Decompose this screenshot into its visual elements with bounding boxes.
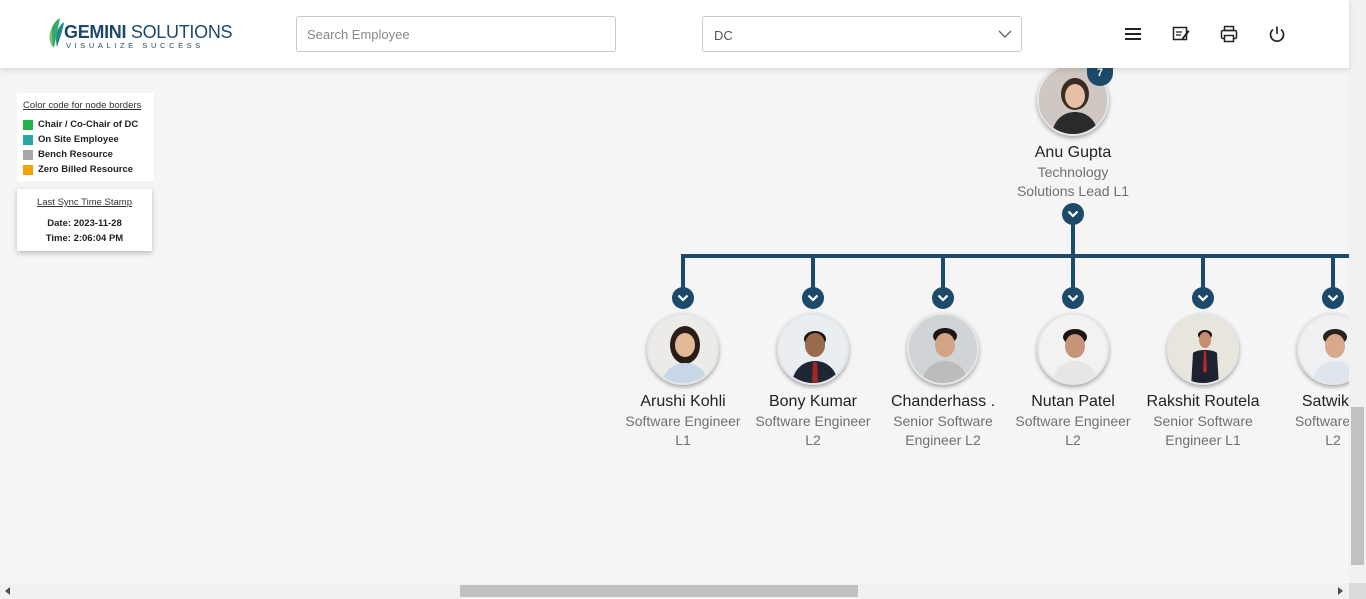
dc-select[interactable]: DC [702,16,1022,52]
chevron-down-icon [998,30,1012,38]
chevron-down-icon [1197,294,1209,302]
node-role: Senior Software [1153,413,1253,429]
node-name: Chanderhass . [890,393,996,410]
chevron-down-icon [1067,210,1079,218]
node-name: Nutan Patel [1031,393,1115,410]
chevron-down-icon [677,294,689,302]
node-role: Engineer L1 [1165,432,1241,448]
node-name: Rakshit Routela [1146,393,1260,410]
avatar[interactable] [647,313,719,385]
horizontal-scrollbar[interactable] [0,583,1349,599]
expand-toggle-root[interactable] [1062,203,1084,225]
org-node-child[interactable]: Bony Kumar Software Engineer L2 [748,313,878,449]
org-node-child[interactable]: Chanderhass . Senior Software Engineer L… [878,313,1008,449]
node-role: L1 [675,432,691,448]
person-avatar-icon [1169,315,1237,383]
avatar[interactable] [777,313,849,385]
chevron-down-icon [1067,294,1079,302]
node-name: Arushi Kohli [640,393,726,410]
expand-toggle[interactable] [802,287,824,309]
node-role: Technology [1037,164,1109,180]
vertical-scroll-thumb[interactable] [1351,407,1364,565]
logout-button[interactable] [1266,23,1288,45]
node-role: Software Engineer [755,413,871,429]
expand-toggle[interactable] [932,287,954,309]
node-role: Software Engineer [1015,413,1131,429]
node-name: Bony Kumar [768,393,858,410]
org-node-child[interactable]: Nutan Patel Software Engineer L2 [1008,313,1138,449]
org-node-child[interactable]: Rakshit Routela Senior Software Engineer… [1138,313,1268,449]
logo-wordmark: GEMINI SOLUTIONS [64,22,233,42]
person-avatar-icon [909,315,977,383]
node-role: Solutions Lead L1 [1016,183,1130,199]
search-employee-input[interactable] [296,16,616,52]
expand-toggle[interactable] [1062,287,1084,309]
edit-note-icon [1172,26,1190,41]
chevron-down-icon [1327,294,1339,302]
person-avatar-icon [779,315,847,383]
avatar[interactable] [1167,313,1239,385]
expand-toggle[interactable] [1192,287,1214,309]
node-role: L2 [805,432,821,448]
person-avatar-icon [1039,315,1107,383]
node-role: Software Engineer [625,413,741,429]
scroll-left-arrow-icon[interactable] [5,587,10,595]
menu-button[interactable] [1122,23,1144,45]
avatar[interactable] [1037,313,1109,385]
printer-icon [1220,25,1238,43]
chevron-down-icon [937,294,949,302]
person-avatar-icon [649,315,717,383]
node-role: Engineer L2 [905,432,981,448]
org-node-child[interactable]: Arushi Kohli Software Engineer L1 [618,313,748,449]
feedback-button[interactable] [1170,23,1192,45]
vertical-scrollbar[interactable] [1349,0,1366,583]
scrollbar-corner [1349,583,1366,599]
node-role: Senior Software [893,413,993,429]
gemini-solutions-logo[interactable]: GEMINI SOLUTIONS VISUALIZE SUCCESS [46,16,233,52]
expand-toggle[interactable] [672,287,694,309]
expand-toggle[interactable] [1322,287,1344,309]
logo-tagline: VISUALIZE SUCCESS [66,41,204,50]
hamburger-menu-icon [1125,28,1141,40]
chevron-down-icon [807,294,819,302]
horizontal-scroll-thumb[interactable] [460,585,858,597]
org-node-root[interactable]: Anu Gupta Technology Solutions Lead L1 [1008,64,1138,200]
print-button[interactable] [1218,23,1240,45]
power-icon [1269,26,1285,42]
scroll-right-arrow-icon[interactable] [1338,587,1343,595]
node-name: Anu Gupta [1034,144,1112,161]
avatar[interactable] [907,313,979,385]
node-role: L2 [1065,432,1081,448]
top-header: GEMINI SOLUTIONS VISUALIZE SUCCESS DC [0,0,1349,68]
dc-select-value: DC [714,28,733,43]
